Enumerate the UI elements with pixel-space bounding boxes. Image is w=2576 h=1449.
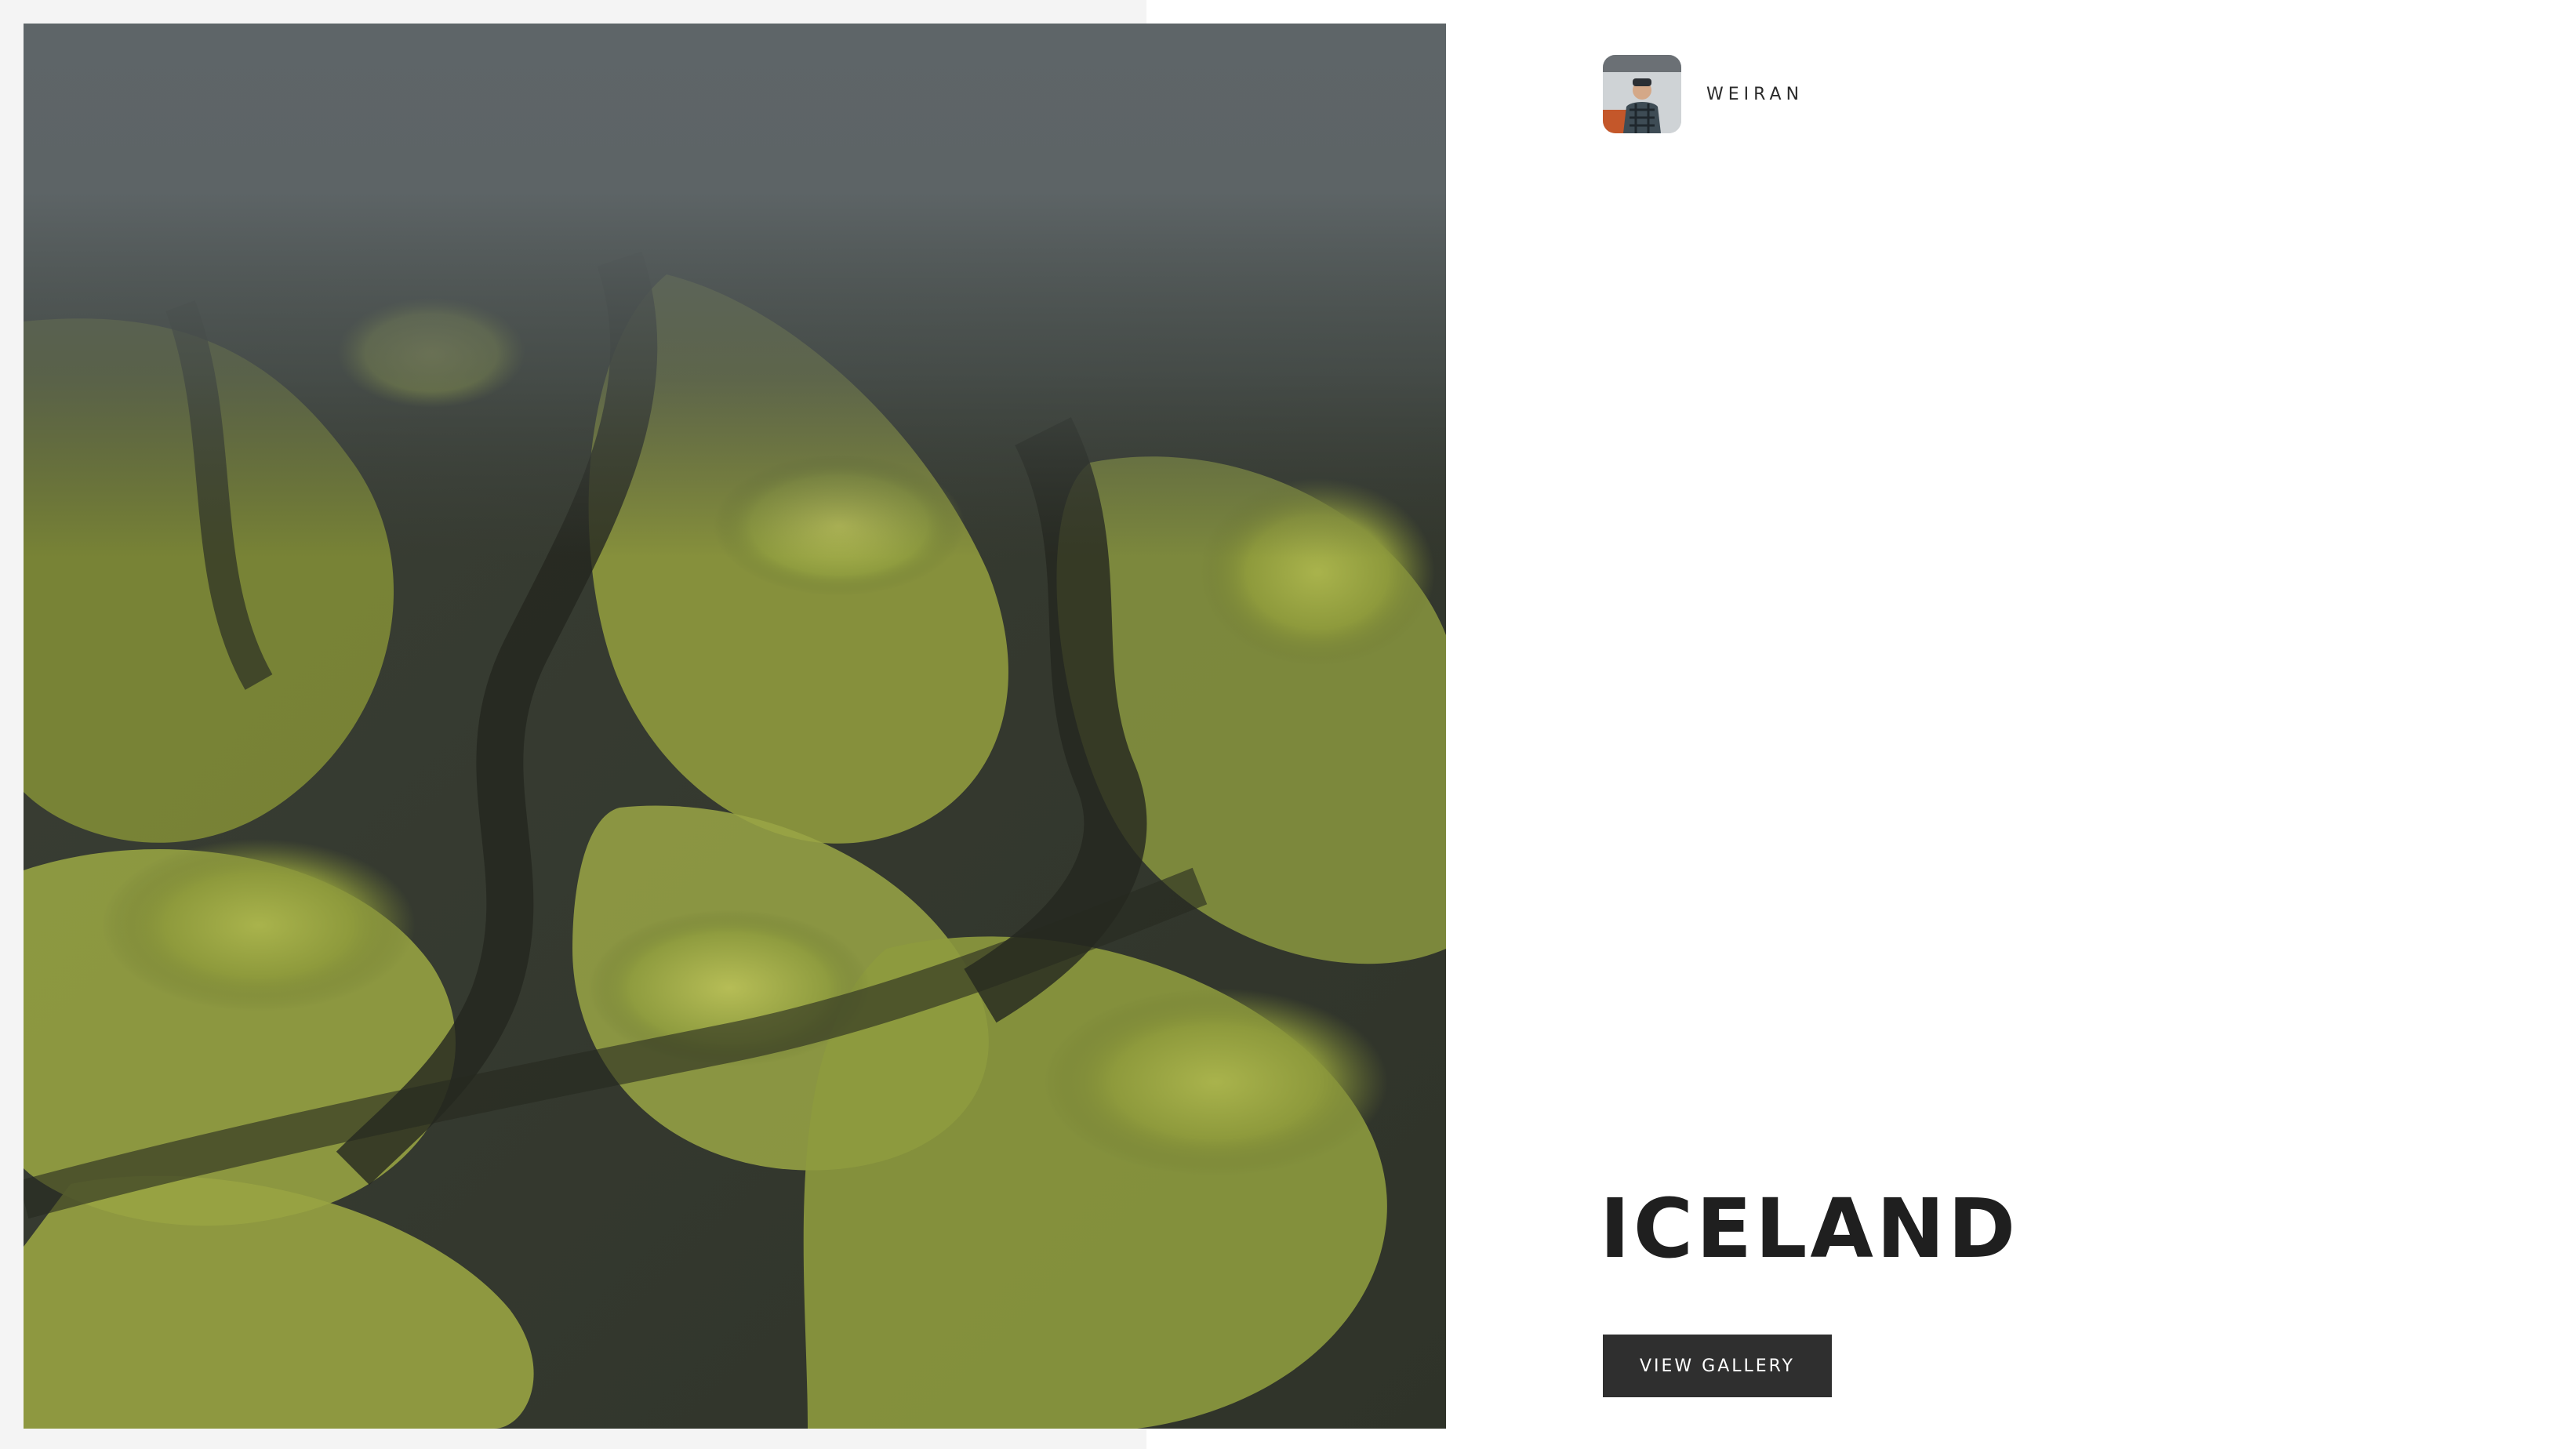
view-gallery-button[interactable]: VIEW GALLERY [1603, 1335, 1832, 1397]
mossy-mountain-photo [24, 24, 1446, 1429]
gallery-title: ICELAND [1600, 1181, 2019, 1276]
page: WEIRAN ICELAND VIEW GALLERY [0, 0, 2576, 1449]
avatar-photo-icon[interactable] [1603, 55, 1681, 133]
hero-photo [24, 24, 1446, 1429]
author-block[interactable]: WEIRAN [1603, 55, 1804, 133]
author-name[interactable]: WEIRAN [1706, 85, 1804, 104]
avatar-image [1603, 55, 1681, 133]
